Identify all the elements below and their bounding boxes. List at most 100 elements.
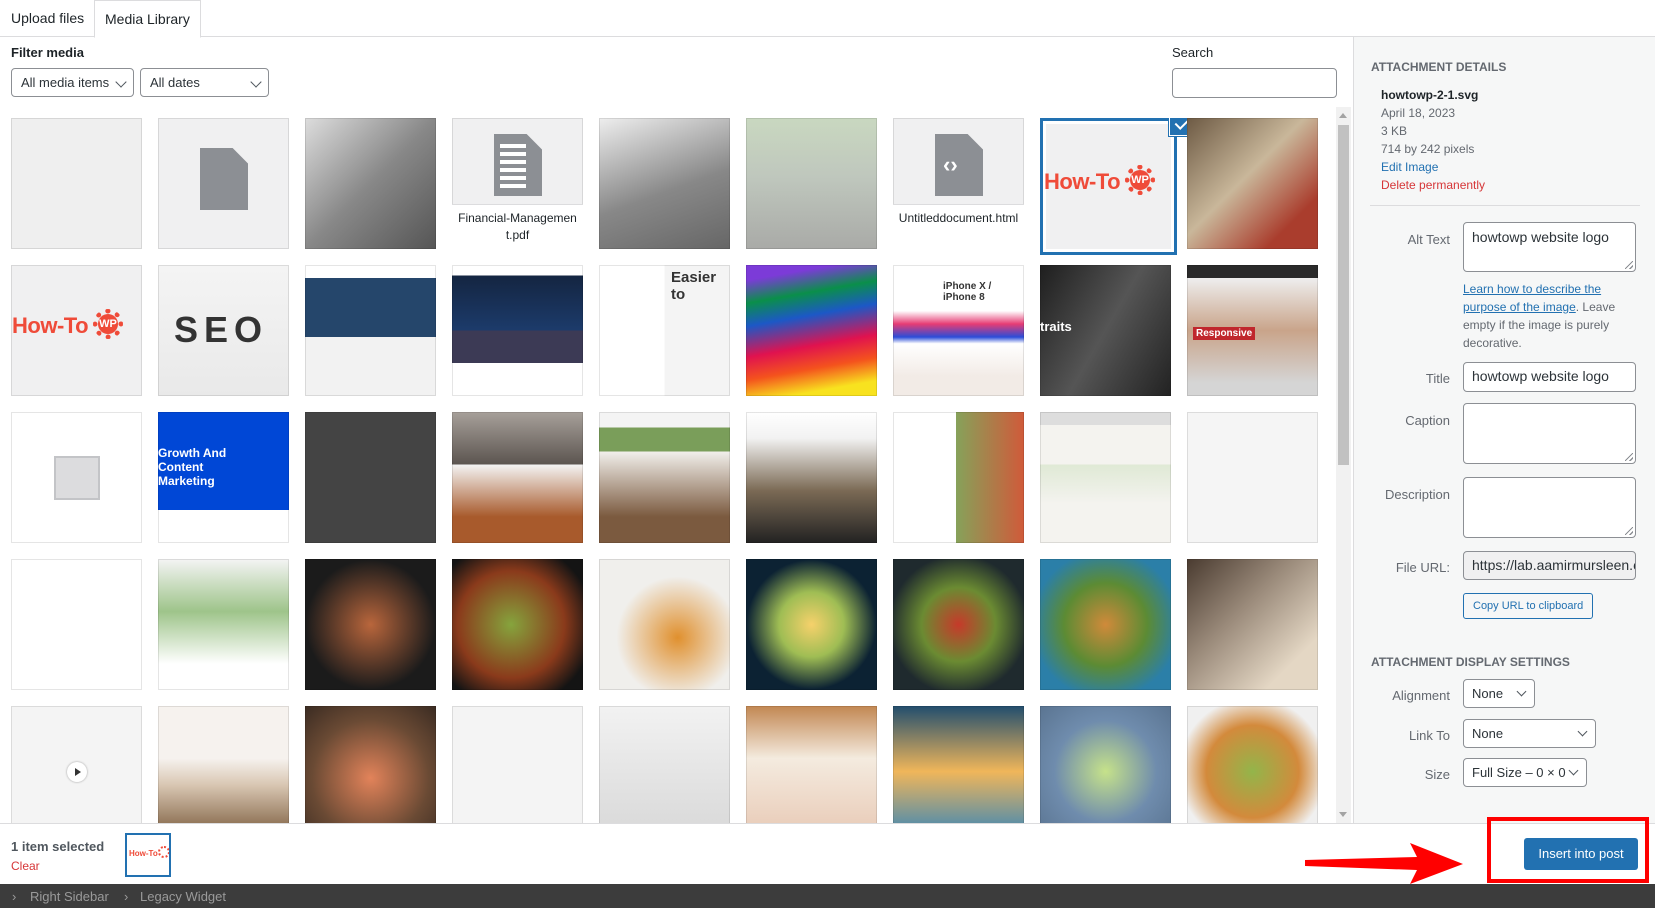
caption-field[interactable] <box>1463 403 1636 464</box>
media-tile[interactable] <box>1040 706 1171 823</box>
media-tile[interactable] <box>599 118 730 249</box>
grid-scrollbar[interactable] <box>1336 107 1351 823</box>
media-tile[interactable] <box>11 118 142 249</box>
scroll-down-arrow-icon[interactable] <box>1339 812 1347 817</box>
thumbnail-text: Easier to <box>671 269 717 303</box>
media-tile[interactable] <box>1187 118 1318 249</box>
insert-into-post-button[interactable]: Insert into post <box>1524 838 1638 870</box>
alignment-value: None <box>1472 686 1504 701</box>
media-tile[interactable]: ‹› Untitleddocument.html <box>893 118 1024 249</box>
search-input[interactable] <box>1172 68 1337 98</box>
media-tile[interactable] <box>746 412 877 543</box>
tab-media-library[interactable]: Media Library <box>94 0 201 38</box>
edit-image-link[interactable]: Edit Image <box>1381 160 1438 174</box>
media-tile[interactable] <box>1187 412 1318 543</box>
media-tile[interactable] <box>746 118 877 249</box>
scroll-up-arrow-icon[interactable] <box>1339 113 1347 118</box>
attachment-date: April 18, 2023 <box>1381 106 1456 120</box>
media-tile[interactable] <box>1187 559 1318 690</box>
media-tile[interactable] <box>11 559 142 690</box>
tab-upload-files[interactable]: Upload files <box>1 0 94 37</box>
scroll-thumb[interactable] <box>1338 125 1349 465</box>
media-tile[interactable]: traits <box>1040 265 1171 396</box>
chevron-down-icon <box>115 76 127 88</box>
media-tile[interactable] <box>305 706 436 823</box>
media-tile[interactable]: Easier to <box>599 265 730 396</box>
search-label: Search <box>1172 45 1214 60</box>
alt-text-field[interactable]: howtowp website logo <box>1463 222 1636 272</box>
media-tile[interactable] <box>305 412 436 543</box>
description-field[interactable] <box>1463 477 1636 538</box>
file-icon <box>200 148 248 210</box>
media-tile[interactable] <box>893 412 1024 543</box>
media-tile[interactable]: SEO <box>158 265 289 396</box>
media-tile[interactable] <box>452 706 583 823</box>
media-tile[interactable] <box>1040 559 1171 690</box>
media-tile[interactable] <box>893 559 1024 690</box>
delete-permanently-link[interactable]: Delete permanently <box>1381 178 1485 192</box>
media-tile[interactable] <box>1187 706 1318 823</box>
attachment-filename: howtowp-2-1.svg <box>1381 88 1479 102</box>
media-tile[interactable] <box>305 559 436 690</box>
size-select[interactable]: Full Size – 0 × 0 <box>1463 758 1587 787</box>
link-to-select[interactable]: None <box>1463 719 1596 748</box>
chevron-down-icon <box>1516 686 1527 697</box>
media-tile[interactable] <box>305 118 436 249</box>
media-tile[interactable] <box>158 559 289 690</box>
media-tile[interactable] <box>452 265 583 396</box>
media-tile[interactable] <box>746 706 877 823</box>
media-tile[interactable] <box>452 559 583 690</box>
display-settings-heading: Attachment Display Settings <box>1371 655 1570 669</box>
media-tile[interactable] <box>893 706 1024 823</box>
media-tile[interactable]: Responsive <box>1187 265 1318 396</box>
media-tile[interactable] <box>11 706 142 823</box>
clear-selection-link[interactable]: Clear <box>11 859 40 873</box>
resize-handle-icon[interactable] <box>1625 453 1633 461</box>
media-tile[interactable] <box>305 265 436 396</box>
media-tile[interactable] <box>746 265 877 396</box>
media-tile[interactable] <box>599 559 730 690</box>
caption-label: Caption <box>1405 413 1450 428</box>
breadcrumb-legacy-widget[interactable]: Legacy Widget <box>140 889 226 904</box>
thumbnail-text: Responsive <box>1193 327 1256 340</box>
selected-thumbnail[interactable]: How-To <box>125 833 171 877</box>
resize-handle-icon[interactable] <box>1625 261 1633 269</box>
play-icon[interactable] <box>67 762 87 782</box>
file-url-field[interactable]: https://lab.aamirmursleen.c <box>1463 551 1636 580</box>
media-tile[interactable] <box>452 412 583 543</box>
alignment-select[interactable]: None <box>1463 679 1535 708</box>
media-tile[interactable] <box>158 118 289 249</box>
media-tile[interactable] <box>158 706 289 823</box>
wp-badge: WP <box>1130 170 1150 190</box>
chevron-right-icon: › <box>12 889 17 904</box>
media-tile[interactable]: Financial-Management.pdf <box>452 118 583 249</box>
media-tile[interactable]: Growth And Content Marketing <box>158 412 289 543</box>
thumbnail-text: iPhone X / iPhone 8 <box>943 281 992 303</box>
media-filename: Financial-Management.pdf <box>452 204 583 249</box>
copy-url-button[interactable]: Copy URL to clipboard <box>1463 593 1594 619</box>
code-file-icon: ‹› <box>935 134 983 196</box>
date-select[interactable]: All dates <box>140 68 269 97</box>
media-tile[interactable]: How-To WP <box>1043 121 1174 252</box>
alt-text-value: howtowp website logo <box>1472 229 1609 245</box>
filter-media-label: Filter media <box>11 45 84 60</box>
title-field[interactable]: howtowp website logo <box>1463 362 1636 392</box>
media-tile[interactable]: iPhone X / iPhone 8 <box>893 265 1024 396</box>
media-tile[interactable]: How-To WP <box>11 265 142 396</box>
media-modal: Upload files Media Library Filter media … <box>0 0 1655 908</box>
breadcrumb-right-sidebar[interactable]: Right Sidebar <box>30 889 109 904</box>
media-tile[interactable] <box>11 412 142 543</box>
tab-bar: Upload files Media Library <box>0 0 1655 38</box>
attachment-details-heading: Attachment Details <box>1371 60 1507 74</box>
media-tile[interactable] <box>599 706 730 823</box>
thumbnail-text: SEO <box>174 309 269 350</box>
media-tile[interactable] <box>746 559 877 690</box>
media-tile[interactable] <box>1040 412 1171 543</box>
media-type-select[interactable]: All media items <box>11 68 134 97</box>
thumbnail-text: Growth And Content Marketing <box>158 446 227 488</box>
attachment-filesize: 3 KB <box>1381 124 1408 138</box>
media-tile[interactable] <box>599 412 730 543</box>
file-url-label: File URL: <box>1395 560 1450 575</box>
resize-handle-icon[interactable] <box>1625 527 1633 535</box>
title-label: Title <box>1425 371 1450 386</box>
